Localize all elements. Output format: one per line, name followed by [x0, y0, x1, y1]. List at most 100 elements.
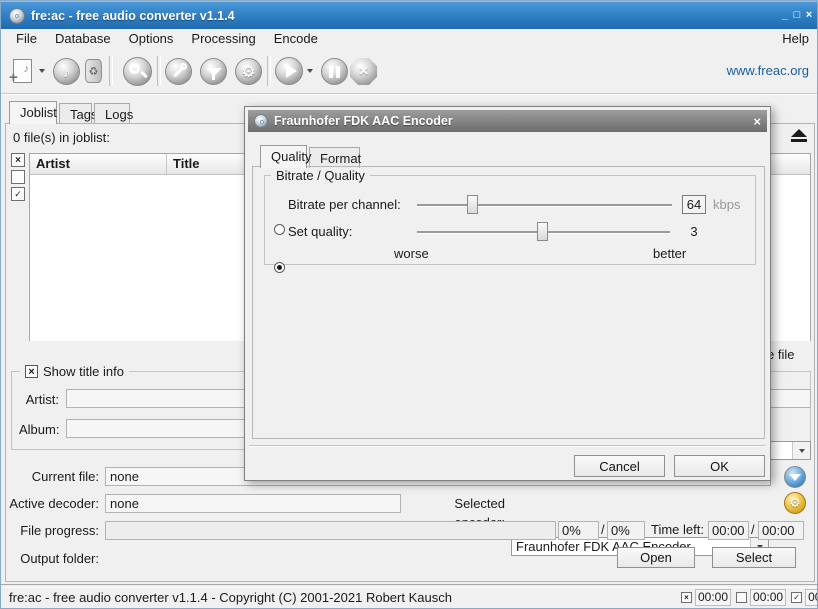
toggle-selection-toggle[interactable]: ✓ — [11, 187, 25, 201]
plus-glyph: + — [9, 69, 18, 86]
menu-database[interactable]: Database — [46, 29, 120, 49]
tab-logs[interactable]: Logs — [94, 103, 130, 124]
bitrate-radio[interactable] — [274, 224, 285, 235]
output-folder-label: Output folder: — [9, 549, 99, 568]
select-no-tracks-toggle[interactable] — [11, 170, 25, 184]
eject-icon — [791, 129, 807, 137]
total-progress-percent: 0% — [607, 521, 645, 540]
dialog-tab-format[interactable]: Format — [309, 147, 360, 168]
time-left-label: Time left: — [651, 522, 704, 537]
menu-processing[interactable]: Processing — [182, 29, 264, 49]
cddb-query-icon[interactable] — [123, 57, 152, 86]
wrench-head — [180, 63, 187, 70]
gear-glyph: ⚙ — [241, 62, 255, 82]
select-all-tracks-toggle[interactable]: × — [11, 153, 25, 167]
time-total-value: 00:00 — [758, 521, 804, 540]
dialog-title: Fraunhofer FDK AAC Encoder — [274, 114, 747, 128]
minimize-button[interactable]: _ — [779, 6, 791, 24]
unselected-tracks-time: 00:00 — [750, 589, 786, 606]
freac-window: fre:ac - free audio converter v1.1.4 _ □… — [0, 0, 818, 609]
chevron-down-icon — [799, 449, 805, 453]
processing-chain-button[interactable] — [784, 466, 806, 488]
menu-options[interactable]: Options — [120, 29, 183, 49]
bitrate-quality-group-title: Bitrate / Quality — [271, 168, 370, 183]
start-conversion-dropdown-icon[interactable] — [307, 69, 313, 73]
selected-tracks-time: 00:00 — [805, 589, 818, 606]
dialog-titlebar: Fraunhofer FDK AAC Encoder × — [248, 110, 767, 132]
close-button[interactable]: × — [803, 6, 815, 24]
app-logo-icon — [9, 8, 25, 24]
remove-all-icon[interactable]: ♻ — [85, 59, 102, 83]
statusbar-times: × 00:00 00:00 ✓ 00:00 — [681, 589, 818, 606]
right-label-fragment: e file — [767, 347, 794, 362]
show-title-info-label: Show title info — [43, 364, 124, 379]
magnifier-handle — [140, 71, 148, 79]
dialog-logo-icon — [254, 114, 268, 128]
add-audio-cd-icon[interactable]: ♪ — [53, 58, 80, 85]
dialog-close-button[interactable]: × — [753, 114, 761, 129]
checkbox-checked-icon[interactable]: × — [25, 365, 38, 378]
statusbar-text: fre:ac - free audio converter v1.1.4 - C… — [9, 590, 452, 605]
toolbar-separator — [267, 56, 271, 86]
signal-processing-icon[interactable] — [200, 58, 227, 85]
configure-encoder-button[interactable]: ⚙ — [784, 492, 806, 514]
album-label: Album: — [19, 420, 59, 439]
selected-tracks-icon: ✓ — [791, 592, 802, 603]
quality-slider-thumb[interactable] — [537, 222, 548, 241]
menu-encode[interactable]: Encode — [265, 29, 327, 49]
cancel-button[interactable]: Cancel — [574, 455, 665, 477]
active-decoder-value: none — [105, 494, 401, 513]
dialog-tab-quality[interactable]: Quality — [260, 145, 307, 168]
gear-icon: ⚙ — [789, 495, 801, 511]
artist-label: Artist: — [19, 390, 59, 409]
bitrate-slider-thumb[interactable] — [467, 195, 478, 214]
stop-x-glyph: × — [359, 63, 368, 81]
encoder-config-dialog: Fraunhofer FDK AAC Encoder × Quality For… — [244, 106, 771, 481]
joblist-count-label: 0 file(s) in joblist: — [13, 130, 110, 145]
set-quality-radio-label: Set quality: — [288, 224, 352, 239]
scale-better-label: better — [653, 246, 686, 261]
menu-help[interactable]: Help — [782, 29, 809, 49]
add-files-icon[interactable]: ♪ + — [13, 59, 32, 83]
active-decoder-label: Active decoder: — [9, 494, 99, 513]
eject-cd-button[interactable] — [791, 129, 807, 142]
menu-file[interactable]: File — [7, 29, 46, 49]
eject-icon-bar — [791, 139, 807, 142]
funnel-icon — [789, 474, 801, 481]
ok-button[interactable]: OK — [674, 455, 765, 477]
select-button[interactable]: Select — [712, 547, 796, 568]
set-quality-radio[interactable] — [274, 262, 285, 273]
bitrate-unit-label: kbps — [713, 197, 740, 212]
tab-joblist[interactable]: Joblist — [9, 101, 57, 124]
column-header-artist[interactable]: Artist — [30, 154, 167, 174]
dialog-button-divider — [249, 445, 766, 447]
configure-settings-icon[interactable] — [165, 58, 192, 85]
selected-tracks-time-cell: ✓ 00:00 — [791, 589, 818, 606]
maximize-button[interactable]: □ — [791, 6, 803, 24]
combo-arrow-button[interactable] — [792, 442, 810, 459]
menu-bar: File Database Options Processing Encode — [1, 29, 818, 49]
bitrate-radio-label: Bitrate per channel: — [288, 197, 401, 212]
add-files-dropdown-icon[interactable] — [39, 69, 45, 73]
general-settings-icon[interactable]: ⚙ — [235, 58, 262, 85]
pause-bar — [336, 66, 340, 78]
unselected-tracks-icon — [736, 592, 747, 603]
bitrate-slider-track[interactable] — [417, 204, 672, 207]
open-button[interactable]: Open — [617, 547, 695, 568]
unselected-tracks-time-cell: 00:00 — [736, 589, 786, 606]
statusbar-divider — [1, 584, 818, 588]
start-conversion-icon[interactable] — [275, 57, 303, 85]
pause-conversion-icon[interactable] — [321, 58, 348, 85]
note-glyph: ♪ — [24, 63, 30, 75]
funnel-stem — [212, 74, 215, 80]
toolbar-separator — [157, 56, 161, 86]
show-title-info-checkbox[interactable]: × Show title info — [20, 364, 129, 379]
window-title: fre:ac - free audio converter v1.1.4 — [31, 2, 235, 30]
freac-website-link[interactable]: www.freac.org — [727, 63, 809, 78]
quality-value-label: 3 — [682, 224, 706, 239]
all-tracks-time-cell: × 00:00 — [681, 589, 731, 606]
bitrate-value-box[interactable]: 64 — [682, 195, 706, 214]
all-tracks-icon: × — [681, 592, 692, 603]
all-tracks-time: 00:00 — [695, 589, 731, 606]
tab-tags[interactable]: Tags — [59, 103, 92, 124]
